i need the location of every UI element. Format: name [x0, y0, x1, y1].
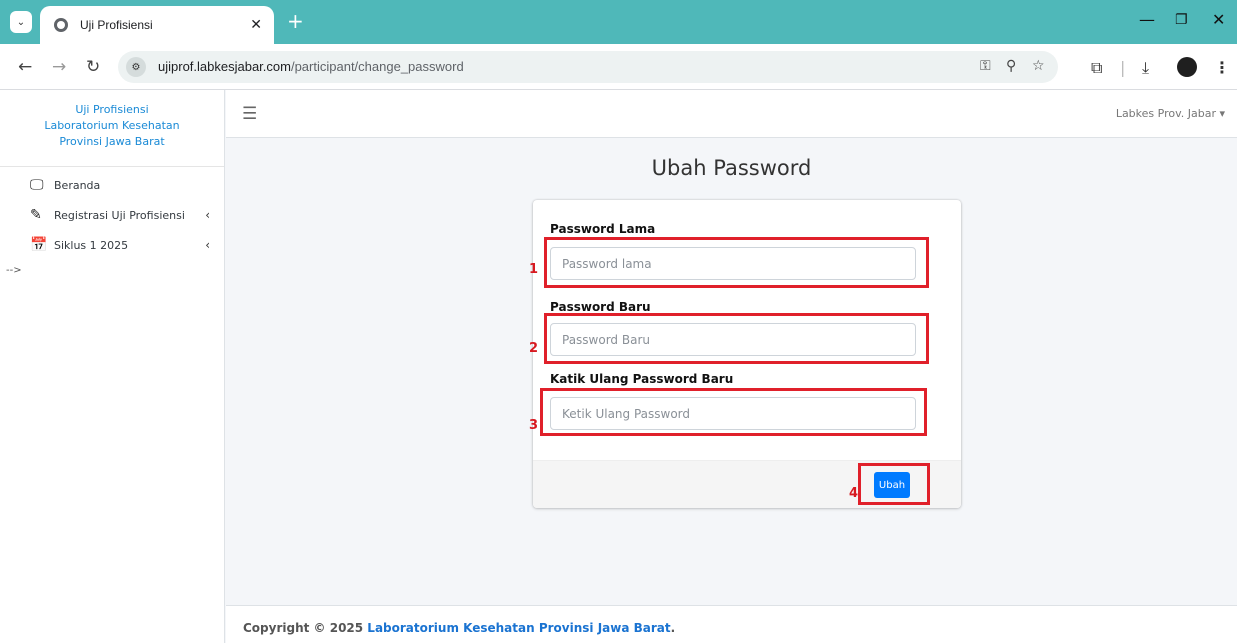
browser-tab-bar: ⌄ Uji Profisiensi ✕ + — ❐ ✕: [0, 0, 1237, 44]
address-bar[interactable]: ⚙ ujiprof.labkesjabar.com/participant/ch…: [118, 51, 1058, 83]
page-footer: Copyright © 2025 Laboratorium Kesehatan …: [226, 605, 1237, 643]
annotation-box-3: [540, 388, 927, 436]
annotation-number-1: 1: [529, 262, 539, 277]
caret-down-icon: ▾: [1219, 107, 1225, 120]
sidebar-item-siklus[interactable]: 📅 Siklus 1 2025 ‹: [30, 237, 220, 253]
back-icon[interactable]: ←: [18, 57, 32, 77]
sidebar-item-label: Siklus 1 2025: [54, 238, 129, 252]
reload-icon[interactable]: ↻: [86, 57, 100, 77]
copyright-text: Copyright © 2025: [243, 621, 368, 635]
footer-suffix: .: [670, 621, 676, 635]
sidebar-item-registrasi[interactable]: ✎ Registrasi Uji Profisiensi ‹: [30, 207, 220, 223]
browser-tab[interactable]: Uji Profisiensi ✕: [40, 6, 274, 44]
sidebar-item-label: Beranda: [54, 178, 101, 192]
url-text: ujiprof.labkesjabar.com/participant/chan…: [158, 59, 464, 74]
tab-search-button[interactable]: ⌄: [10, 11, 32, 33]
tab-title: Uji Profisiensi: [80, 18, 153, 32]
pencil-icon: ✎: [30, 207, 42, 223]
chevron-left-icon: ‹: [205, 238, 210, 252]
footer-org-link[interactable]: Laboratorium Kesehatan Provinsi Jawa Bar…: [367, 621, 670, 635]
window-close-icon[interactable]: ✕: [1212, 10, 1225, 29]
more-menu-icon[interactable]: ⋮: [1214, 58, 1230, 77]
zoom-icon[interactable]: ⚲: [1006, 58, 1016, 74]
sidebar: Uji Profisiensi Laboratorium Kesehatan P…: [0, 90, 225, 643]
sidebar-item-label: Registrasi Uji Profisiensi: [54, 208, 185, 222]
minimize-icon[interactable]: —: [1139, 10, 1155, 29]
restore-icon[interactable]: ❐: [1175, 12, 1188, 28]
annotation-box-2: [544, 313, 929, 364]
download-icon[interactable]: ⤓: [1142, 58, 1149, 78]
toolbar-divider: |: [1120, 58, 1126, 77]
annotation-box-4: [858, 463, 930, 505]
old-password-label: Password Lama: [550, 222, 656, 236]
password-key-icon[interactable]: ⚿: [980, 58, 991, 74]
calendar-check-icon: 📅: [30, 237, 48, 253]
brand-line-2: Laboratorium Kesehatan: [44, 119, 180, 132]
page-title: Ubah Password: [651, 156, 812, 180]
chevron-left-icon: ‹: [205, 208, 210, 222]
browser-toolbar: ← → ↻ ⚙ ujiprof.labkesjabar.com/particip…: [0, 44, 1237, 90]
brand-line-1: Uji Profisiensi: [75, 103, 149, 116]
confirm-password-label: Katik Ulang Password Baru: [550, 372, 734, 386]
hamburger-menu-icon[interactable]: ☰: [242, 104, 257, 124]
top-navbar: ☰ Labkes Prov. Jabar ▾: [226, 90, 1237, 138]
close-tab-icon[interactable]: ✕: [250, 17, 262, 33]
stray-comment-text: -->: [6, 265, 22, 276]
site-info-icon[interactable]: ⚙: [126, 57, 146, 77]
bookmark-star-icon[interactable]: ☆: [1032, 58, 1045, 74]
extensions-icon[interactable]: ⧉: [1091, 58, 1102, 78]
user-name: Labkes Prov. Jabar: [1115, 107, 1216, 120]
profile-avatar-icon[interactable]: [1177, 57, 1197, 77]
new-password-label: Password Baru: [550, 300, 651, 314]
monitor-icon: 🖵: [30, 177, 44, 193]
annotation-number-2: 2: [529, 341, 539, 356]
annotation-number-4: 4: [849, 486, 859, 501]
annotation-box-1: [544, 237, 929, 288]
user-dropdown[interactable]: Labkes Prov. Jabar ▾: [1116, 107, 1225, 120]
new-tab-button[interactable]: +: [287, 11, 304, 31]
annotation-number-3: 3: [529, 418, 539, 433]
brand-link[interactable]: Uji Profisiensi Laboratorium Kesehatan P…: [0, 90, 224, 167]
globe-icon: [54, 18, 68, 32]
sidebar-item-beranda[interactable]: 🖵 Beranda: [30, 177, 220, 193]
brand-line-3: Provinsi Jawa Barat: [59, 135, 165, 148]
forward-icon[interactable]: →: [52, 57, 66, 77]
